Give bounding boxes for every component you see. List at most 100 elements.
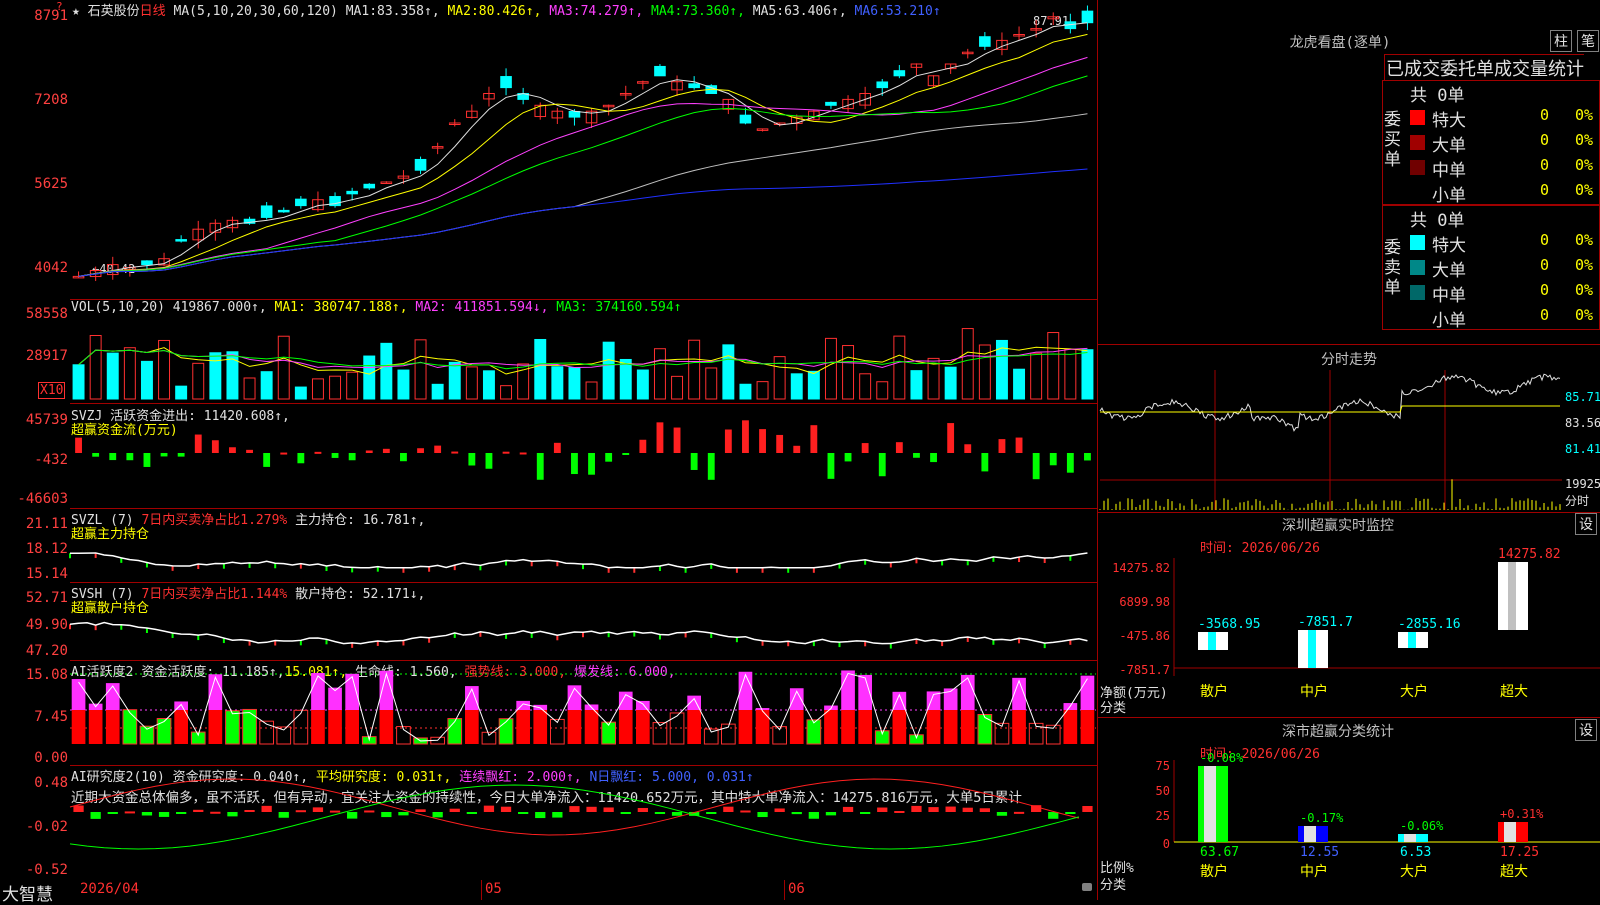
capital-flow-bar [177, 453, 185, 457]
ma2-label: MA2: [447, 4, 479, 19]
activity-bar-base [105, 710, 120, 744]
lock-icon[interactable] [1082, 883, 1092, 891]
alert-icon[interactable]: ? [56, 0, 63, 13]
ai-activity-chart[interactable] [70, 662, 1096, 764]
cls-axis-tick: 0 [1163, 837, 1170, 851]
research-bar [842, 806, 854, 812]
activity-bar-base [567, 710, 582, 744]
bi-button[interactable]: 笔 [1577, 30, 1599, 52]
capital-flow-bar [417, 448, 424, 453]
capital-flow-bar [571, 453, 578, 475]
activity-bar-base [584, 710, 599, 744]
activity-bar-base [1063, 710, 1078, 744]
research-bar [928, 807, 939, 812]
sz-axis-tick: -475.86 [1119, 629, 1170, 643]
capital-flow-bar [930, 453, 937, 463]
candle-body [414, 158, 427, 171]
date-tick-05 [481, 880, 482, 900]
volume-bar [722, 344, 735, 400]
activity-bar-base [208, 710, 223, 744]
stats-tabs[interactable]: 已成交委托单成交量统计 [1384, 54, 1584, 81]
candle-body [893, 70, 906, 77]
vol-ma1: MA1: 380747.188↑, [274, 300, 408, 315]
color-swatch [1410, 260, 1425, 275]
ma-params[interactable]: MA(5,10,20,30,60,120) [174, 4, 338, 19]
capital-flow-bar [314, 451, 322, 454]
ma5-value: 63.406↑, [784, 4, 847, 19]
capital-flow-bar [246, 449, 253, 453]
volume-bar [465, 366, 478, 400]
vol-axis-1: 58558 [25, 306, 68, 322]
row-pct: 0% [1575, 181, 1594, 199]
main-force-position-chart[interactable] [69, 510, 1096, 580]
row-pct: 0% [1575, 306, 1594, 324]
volume-bar [260, 371, 273, 400]
cls-settings-button[interactable]: 设 [1575, 719, 1597, 741]
research-bar [107, 812, 118, 814]
capital-flow-bar [981, 453, 989, 472]
capital-flow-bar [707, 453, 715, 480]
candle-body [277, 209, 290, 213]
activity-bar [122, 709, 138, 745]
activity-bar-base [88, 710, 103, 744]
capital-flow-bar [365, 450, 373, 453]
vol-header: VOL(5,10,20) 419867.000↑, MA1: 380747.18… [71, 300, 682, 315]
candlestick-chart[interactable] [70, 5, 1096, 300]
sz-settings-button[interactable]: 设 [1575, 513, 1597, 535]
ma4-line [78, 75, 1088, 277]
research-bar [723, 806, 734, 812]
research-bar [295, 810, 306, 813]
volume-bar [893, 335, 906, 400]
capital-flow-bar [126, 453, 134, 461]
vol-params[interactable]: VOL(5,10,20) [71, 300, 165, 315]
research-bar [671, 812, 683, 816]
capital-flow-chart[interactable] [70, 406, 1096, 506]
period-label[interactable]: 日线 [140, 4, 166, 19]
row-label: 小单 [1432, 311, 1466, 331]
zhu-button[interactable]: 柱 [1550, 30, 1572, 52]
volume-bar [859, 373, 872, 400]
candle-body [688, 83, 700, 89]
volume-bar [688, 339, 701, 400]
date-axis-06: 06 [788, 881, 805, 897]
capital-flow-bar [844, 453, 852, 462]
activity-bar [293, 709, 309, 745]
brand-logo: 大智慧 [2, 885, 53, 905]
capital-flow-bar [878, 453, 886, 477]
sz-value: 14275.82 [1498, 547, 1561, 562]
ai2-axis-3: 0.00 [34, 750, 68, 766]
activity-bar [242, 708, 257, 745]
sz-time: 时间: 2026/06/26 [1200, 541, 1320, 556]
cls-category-label: 分类 [1100, 878, 1127, 893]
volume-chart[interactable] [70, 315, 1096, 400]
intraday-chart[interactable] [1099, 370, 1562, 510]
stock-name[interactable]: 石英股份 [88, 4, 140, 19]
price-axis-2: 7208 [34, 92, 68, 108]
research-bar [244, 809, 255, 812]
vol-value: 419867.000↑, [172, 300, 267, 315]
sz-axis-tick: 6899.98 [1119, 595, 1170, 609]
ma5-line [78, 113, 1088, 277]
capital-flow-bar [964, 444, 972, 453]
candle-body [568, 111, 581, 118]
research-bar [996, 812, 1008, 816]
candle-body [1081, 10, 1094, 24]
research-bar [740, 810, 751, 813]
volume-bar [243, 377, 256, 400]
research-bar [637, 807, 648, 812]
row-count: 0 [1540, 231, 1550, 249]
row-label: 中单 [1432, 286, 1466, 306]
cls-category: 散户 [1200, 863, 1228, 880]
activity-bar [498, 718, 514, 745]
cls-axis-tick: 50 [1156, 784, 1170, 798]
row-label: 中单 [1432, 161, 1466, 181]
star-icon[interactable]: ★ [72, 4, 80, 19]
row-label: 小单 [1432, 186, 1466, 206]
activity-bar-base [516, 710, 530, 744]
ai-research-chart[interactable] [69, 770, 1096, 880]
row-label: 大单 [1432, 136, 1466, 156]
retail-position-chart[interactable] [69, 584, 1096, 658]
activity-bar-base [1080, 710, 1095, 744]
cls-bar-stripe [1404, 834, 1416, 842]
activity-bar-base [533, 710, 548, 744]
